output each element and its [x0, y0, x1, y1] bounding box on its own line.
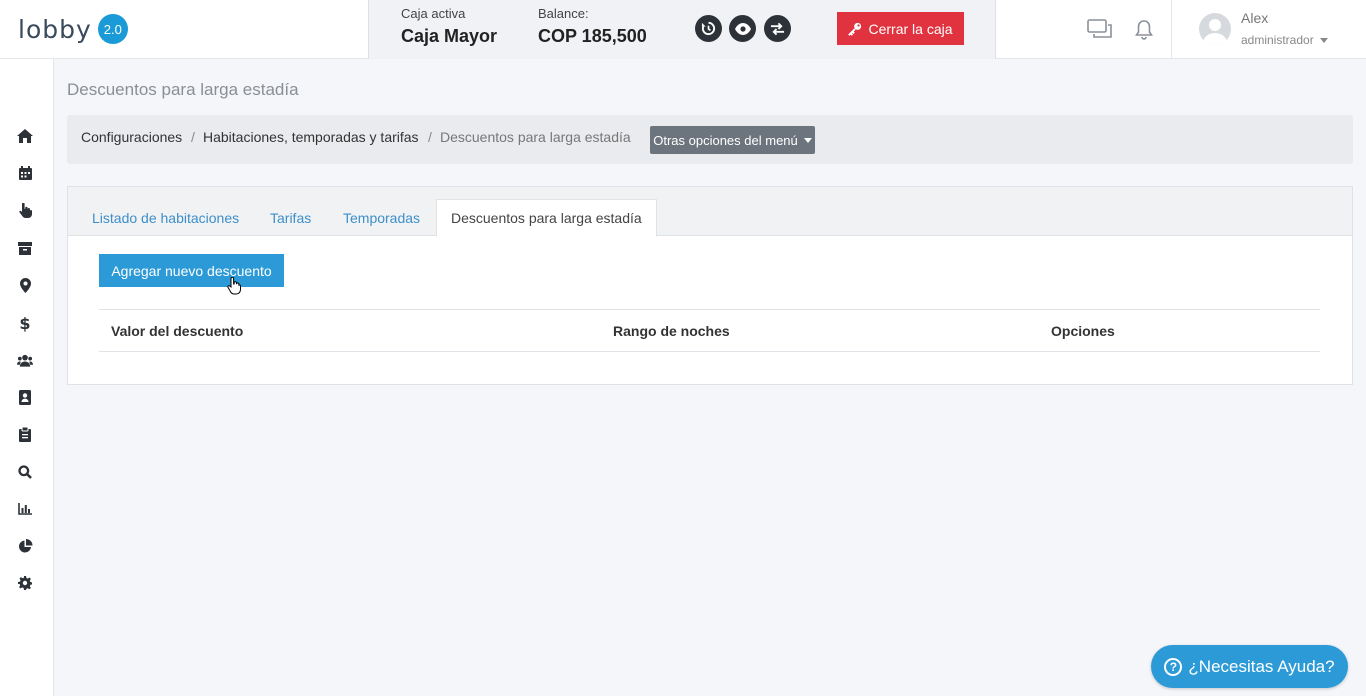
tabs-bar: Listado de habitaciones Tarifas Temporad… [68, 187, 1352, 237]
app-logo[interactable]: lobby 2.0 [18, 12, 128, 46]
breadcrumb-habitaciones[interactable]: Habitaciones, temporadas y tarifas [203, 129, 419, 145]
tab-tarifas[interactable]: Tarifas [270, 199, 311, 236]
key-icon [848, 22, 862, 36]
close-caja-label: Cerrar la caja [868, 20, 953, 37]
breadcrumb-current: Descuentos para larga estadía [440, 129, 631, 145]
pie-chart-icon[interactable] [17, 538, 33, 554]
caja-panel: Caja activa Caja Mayor Balance: COP 185,… [368, 0, 996, 59]
tab-descuentos[interactable]: Descuentos para larga estadía [436, 199, 657, 237]
bar-chart-icon[interactable] [17, 501, 33, 517]
chevron-down-icon [1319, 38, 1328, 44]
chevron-down-icon [803, 137, 812, 143]
user-name: Alex [1241, 10, 1269, 26]
gear-icon[interactable] [17, 575, 33, 591]
breadcrumb-configuraciones[interactable]: Configuraciones [81, 129, 182, 145]
help-label: ¿Necesitas Ayuda? [1188, 656, 1335, 676]
dollar-icon[interactable]: $ [17, 314, 33, 333]
add-discount-button[interactable]: Agregar nuevo descuento [99, 254, 284, 287]
clipboard-icon[interactable] [17, 426, 33, 442]
user-role: administrador [1241, 33, 1314, 47]
exchange-icon [770, 22, 785, 35]
breadcrumb: Configuraciones / Habitaciones, temporad… [67, 115, 1353, 164]
balance: Balance: COP 185,500 [538, 6, 647, 47]
active-caja: Caja activa Caja Mayor [401, 6, 497, 47]
users-icon[interactable] [17, 352, 33, 368]
calendar-icon[interactable] [17, 165, 33, 181]
breadcrumb-separator: / [428, 129, 432, 145]
notifications-button[interactable] [1131, 18, 1157, 40]
eye-icon [734, 22, 751, 35]
archive-icon[interactable] [17, 240, 33, 256]
bell-icon [1135, 19, 1153, 40]
balance-value: COP 185,500 [538, 26, 647, 46]
avatar[interactable] [1199, 13, 1231, 45]
search-icon[interactable] [17, 464, 33, 480]
help-button[interactable]: ? ¿Necesitas Ayuda? [1151, 645, 1348, 688]
hand-pointer-icon[interactable] [17, 202, 33, 218]
user-divider [1171, 0, 1172, 59]
map-marker-icon[interactable] [17, 277, 33, 293]
hand-cursor-icon [227, 277, 241, 295]
user-menu-toggle[interactable]: administrador [1241, 33, 1328, 47]
column-valor: Valor del descuento [111, 323, 244, 339]
question-circle-icon: ? [1164, 657, 1183, 676]
tab-temporadas[interactable]: Temporadas [343, 199, 420, 236]
column-opciones: Opciones [1051, 323, 1115, 339]
home-icon[interactable] [17, 128, 33, 144]
messages-button[interactable] [1087, 18, 1113, 40]
discounts-table: Valor del descuento Rango de noches Opci… [99, 309, 1320, 352]
close-caja-button[interactable]: Cerrar la caja [837, 12, 964, 45]
breadcrumb-separator: / [191, 129, 195, 145]
table-header: Valor del descuento Rango de noches Opci… [99, 309, 1320, 352]
other-options-dropdown[interactable]: Otras opciones del menú [650, 126, 815, 154]
history-button[interactable] [695, 15, 722, 42]
sidebar: $ [0, 59, 54, 696]
top-bar: lobby 2.0 Caja activa Caja Mayor Balance… [0, 0, 1366, 59]
history-icon [701, 21, 716, 36]
contact-book-icon[interactable] [17, 389, 33, 405]
balance-label: Balance: [538, 6, 589, 21]
column-rango: Rango de noches [613, 323, 730, 339]
active-caja-label: Caja activa [401, 6, 466, 21]
active-caja-value: Caja Mayor [401, 26, 498, 46]
logo-text: lobby [18, 14, 92, 44]
transfer-button[interactable] [764, 15, 791, 42]
discounts-card: Listado de habitaciones Tarifas Temporad… [67, 186, 1353, 385]
version-badge: 2.0 [97, 14, 128, 44]
other-options-label: Otras opciones del menú [653, 132, 798, 148]
chat-icon [1087, 19, 1112, 38]
view-button[interactable] [729, 15, 756, 42]
tab-listado-habitaciones[interactable]: Listado de habitaciones [92, 199, 239, 236]
page-title: Descuentos para larga estadía [67, 80, 299, 99]
